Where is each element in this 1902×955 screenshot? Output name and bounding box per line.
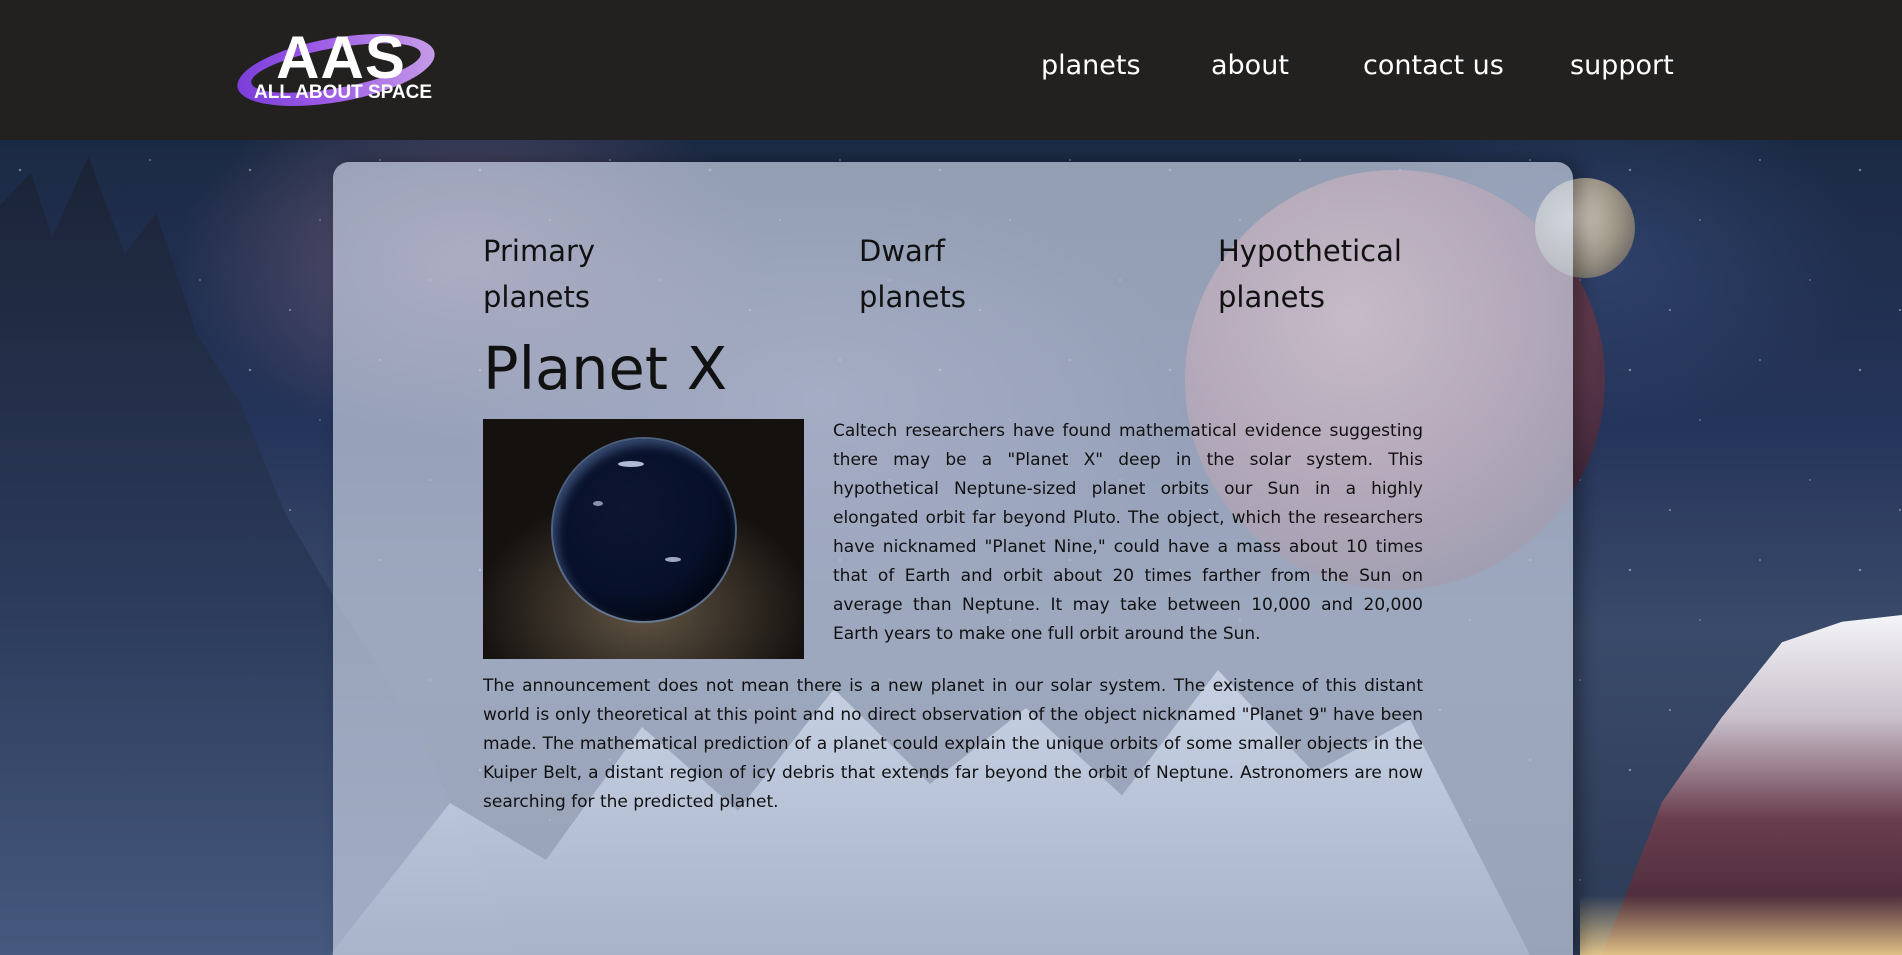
site-logo[interactable]: AAS ALL ABOUT SPACE bbox=[231, 21, 441, 119]
logo-small-text: ALL ABOUT SPACE bbox=[254, 82, 433, 103]
dark-blue-planet-icon bbox=[553, 439, 735, 621]
horizon-glow bbox=[1580, 895, 1902, 955]
detail-paragraph: The announcement does not mean there is … bbox=[483, 676, 1423, 812]
intro-paragraph: Caltech researchers have found mathemati… bbox=[833, 421, 1423, 644]
cloud-glint bbox=[618, 461, 644, 467]
content-panel: Primary planets Dwarf planets Hypothetic… bbox=[333, 162, 1573, 955]
logo-big-text: AAS bbox=[276, 24, 406, 91]
nav-link-about[interactable]: about bbox=[1211, 50, 1289, 81]
site-header: AAS ALL ABOUT SPACE planets about contac… bbox=[0, 0, 1902, 140]
nav-link-contact-us[interactable]: contact us bbox=[1363, 50, 1504, 81]
category-hypothetical-planets[interactable]: Hypothetical planets bbox=[1218, 228, 1448, 320]
nav-link-planets[interactable]: planets bbox=[1041, 50, 1141, 81]
page-title: Planet X bbox=[483, 334, 728, 403]
nav-link-support[interactable]: support bbox=[1570, 50, 1674, 81]
category-dwarf-planets[interactable]: Dwarf planets bbox=[859, 228, 999, 320]
category-primary-planets[interactable]: Primary planets bbox=[483, 228, 643, 320]
cloud-glint bbox=[593, 501, 603, 506]
planet-x-image bbox=[483, 419, 804, 659]
cloud-glint bbox=[665, 557, 681, 562]
